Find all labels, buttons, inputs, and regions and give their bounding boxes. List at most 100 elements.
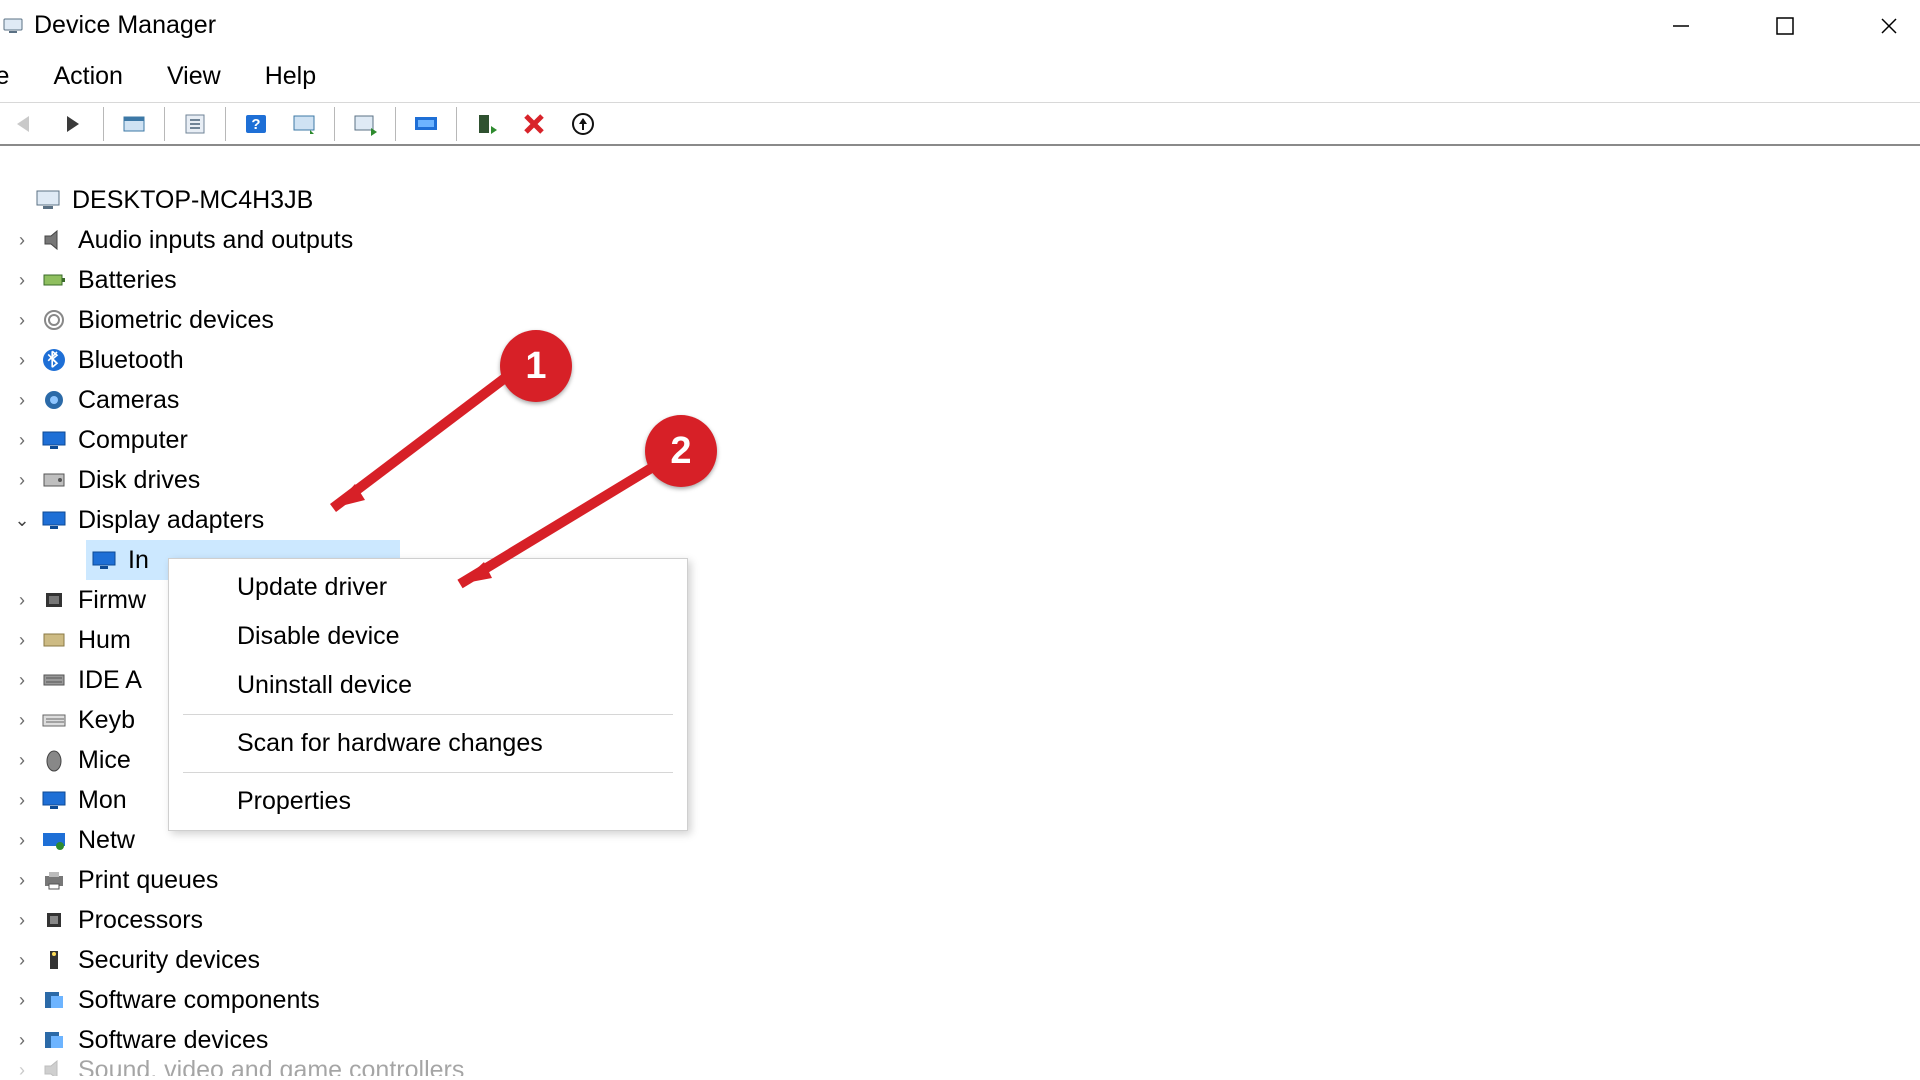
tree-category-label: Mice [78,748,131,773]
tree-category-label: Disk drives [78,468,200,493]
tree-category[interactable]: › Security devices [0,940,1920,980]
monitor-icon [38,506,70,534]
chevron-right-icon[interactable]: › [12,591,32,609]
chevron-right-icon[interactable]: › [12,311,32,329]
add-legacy-hardware-button[interactable] [466,106,508,142]
tree-category-label: Audio inputs and outputs [78,228,353,253]
chevron-down-icon[interactable]: ⌄ [12,511,32,529]
software-icon [38,986,70,1014]
chevron-right-icon[interactable]: › [12,1031,32,1049]
forward-button[interactable] [52,106,94,142]
tree-category-label: Display adapters [78,508,264,533]
battery-icon [38,266,70,294]
chevron-right-icon[interactable]: › [12,751,32,769]
toolbar: ? [0,102,1920,146]
chevron-right-icon[interactable]: › [12,431,32,449]
chip-icon [38,586,70,614]
ctx-scan-hardware[interactable]: Scan for hardware changes [169,719,687,768]
tree-category[interactable]: › Audio inputs and outputs [0,220,1920,260]
tree-category-label: Keyb [78,708,135,733]
tree-category[interactable]: › Cameras [0,380,1920,420]
tree-category[interactable]: › Print queues [0,860,1920,900]
update-driver-button[interactable] [344,106,386,142]
properties-button[interactable] [174,106,216,142]
ctx-separator [183,772,673,773]
tree-category[interactable]: ›Software components [0,980,1920,1020]
menu-action[interactable]: Action [45,60,130,93]
chevron-right-icon[interactable]: › [12,351,32,369]
menu-view[interactable]: View [159,60,229,93]
window-controls [1658,0,1920,52]
toolbar-separator [456,107,457,141]
ctx-uninstall-device[interactable]: Uninstall device [169,661,687,710]
chevron-right-icon[interactable]: › [12,271,32,289]
tree-root-label: DESKTOP-MC4H3JB [72,188,313,213]
tree-category[interactable]: ›Software devices [0,1020,1920,1060]
menu-help[interactable]: Help [257,60,324,93]
disk-icon [38,466,70,494]
toolbar-separator [395,107,396,141]
tree-category[interactable]: › Biometric devices [0,300,1920,340]
annotation-badge-1: 1 [500,330,572,402]
monitor-icon [38,786,70,814]
chevron-right-icon[interactable]: › [12,711,32,729]
tree-category-label: Biometric devices [78,308,274,333]
menubar: le Action View Help [0,52,1920,102]
show-hidden-devices-button[interactable] [113,106,155,142]
chevron-right-icon[interactable]: › [12,231,32,249]
crop-fade [0,1076,1920,1080]
tree-category-label: Hum [78,628,131,653]
tree-root[interactable]: DESKTOP-MC4H3JB [0,180,1920,220]
tree-category-label: Processors [78,908,203,933]
ctx-separator [183,714,673,715]
fingerprint-icon [38,306,70,334]
install-driver-button[interactable] [562,106,604,142]
chevron-right-icon[interactable]: › [12,951,32,969]
maximize-button[interactable] [1762,3,1808,49]
device-manager-icon [2,15,24,37]
chevron-right-icon[interactable]: › [12,391,32,409]
chevron-right-icon[interactable]: › [12,991,32,1009]
ctx-properties[interactable]: Properties [169,777,687,826]
scan-hardware-button[interactable] [405,106,447,142]
close-button[interactable] [1866,3,1912,49]
chevron-right-icon[interactable]: › [12,831,32,849]
camera-icon [38,386,70,414]
cpu-icon [38,906,70,934]
tree-category[interactable]: › Bluetooth [0,340,1920,380]
ide-icon [38,666,70,694]
tree-category[interactable]: ›Computer [0,420,1920,460]
ctx-disable-device[interactable]: Disable device [169,612,687,661]
tree-category-label: Print queues [78,868,218,893]
tree-category[interactable]: › Batteries [0,260,1920,300]
mouse-icon [38,746,70,774]
tree-category[interactable]: › Processors [0,900,1920,940]
chevron-right-icon[interactable]: › [12,871,32,889]
tree-category[interactable]: › Disk drives [0,460,1920,500]
hid-icon [38,626,70,654]
annotation-badge-2: 2 [645,415,717,487]
tree-category-label: Batteries [78,268,177,293]
help-button[interactable]: ? [235,106,277,142]
chevron-right-icon[interactable]: › [12,791,32,809]
tree-category[interactable]: ⌄ Display adapters [0,500,1920,540]
chevron-right-icon[interactable]: › [12,911,32,929]
tree-category-label: Firmw [78,588,146,613]
minimize-button[interactable] [1658,3,1704,49]
toolbar-separator [103,107,104,141]
svg-text:?: ? [251,116,260,133]
uninstall-device-button[interactable] [514,106,556,142]
chevron-right-icon[interactable]: › [12,671,32,689]
back-button[interactable] [4,106,46,142]
tree-category-label: Netw [78,828,135,853]
speaker-icon [38,226,70,254]
menu-file[interactable]: le [0,60,17,93]
tree-category-label: Security devices [78,948,260,973]
ctx-update-driver[interactable]: Update driver [169,563,687,612]
tree-category-label: Bluetooth [78,348,184,373]
chevron-right-icon[interactable]: › [12,631,32,649]
tree-category-label: Cameras [78,388,179,413]
security-icon [38,946,70,974]
chevron-right-icon[interactable]: › [12,471,32,489]
refresh-button[interactable] [283,106,325,142]
